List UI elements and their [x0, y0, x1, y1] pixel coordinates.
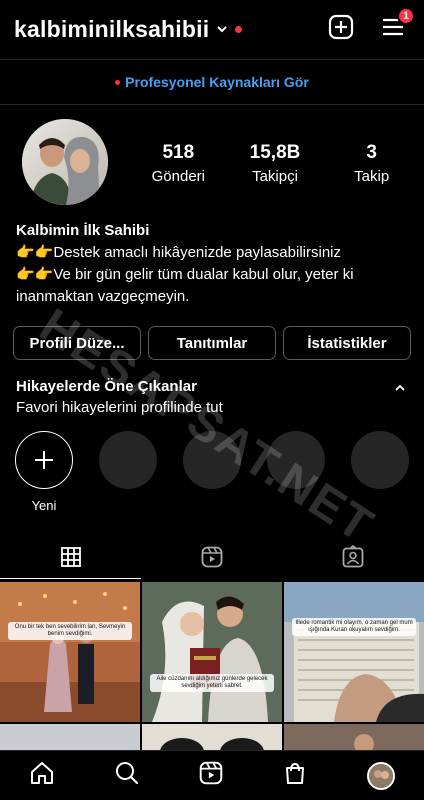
unread-dot	[235, 25, 243, 33]
red-dot-icon	[115, 79, 121, 85]
nav-reels[interactable]	[198, 760, 224, 791]
following-count-value: 3	[366, 142, 377, 163]
profile-display-name: Kalbimin İlk Sahibi	[16, 222, 150, 239]
post-thumbnail[interactable]: Onu bir tek ben sevebilirim lan, Sevmeyi…	[0, 582, 140, 722]
highlight-placeholder-circle	[183, 431, 241, 489]
bio-line: 👉👉Destek amaclı hikâyenizde paylasabilir…	[16, 242, 408, 264]
pointing-hands-icon: 👉👉	[16, 266, 54, 283]
highlight-placeholder	[267, 431, 325, 513]
couple-with-document-photo-icon	[142, 582, 282, 722]
insights-button[interactable]: İstatistikler	[283, 326, 411, 360]
notification-badge: 1	[397, 7, 415, 25]
highlight-placeholder-circle	[267, 431, 325, 489]
highlights-subtitle: Favori hikayelerini profilinde tut	[16, 399, 223, 416]
photo-icon	[284, 724, 424, 752]
create-post-button[interactable]	[328, 14, 354, 40]
top-bar: kalbiminilksahibii 1	[0, 0, 424, 58]
professional-link-label: Profesyonel Kaynakları Gör	[125, 74, 309, 90]
bio-line-text: Ve bir gün gelir tüm dualar kabul olur, …	[16, 266, 354, 305]
pointing-hands-icon: 👉👉	[16, 244, 54, 261]
home-icon	[31, 762, 54, 784]
profile-action-buttons: Profili Düze... Tanıtımlar İstatistikler	[13, 326, 411, 360]
bio-line: 👉👉Ve bir gün gelir tüm dualar kabul olur…	[16, 264, 408, 308]
nav-home[interactable]	[29, 760, 55, 791]
profile-avatar[interactable]	[20, 117, 110, 207]
highlights-row: Yeni	[15, 431, 409, 513]
new-highlight-circle[interactable]	[15, 431, 73, 489]
post-caption: Illede romantik mi olayım, o zaman gel m…	[292, 618, 416, 636]
profile-username[interactable]: kalbiminilksahibii	[14, 16, 209, 43]
post-thumbnail[interactable]	[0, 724, 140, 752]
profile-avatar-icon	[368, 763, 393, 788]
new-highlight[interactable]: Yeni	[15, 431, 73, 513]
tab-tagged[interactable]	[283, 535, 424, 579]
nav-shop[interactable]	[282, 760, 308, 791]
tab-reels[interactable]	[141, 535, 282, 579]
menu-button[interactable]: 1	[380, 7, 415, 40]
posts-grid: Onu bir tek ben sevebilirim lan, Sevmeyi…	[0, 582, 424, 752]
post-thumbnail[interactable]: Aile cüzdanını aldığımız günlerde gelece…	[142, 582, 282, 722]
top-actions: 1	[328, 7, 415, 40]
professional-dashboard-link[interactable]: Profesyonel Kaynakları Gör	[0, 60, 424, 104]
divider	[0, 104, 424, 105]
highlights-title: Hikayelerde Öne Çıkanlar	[16, 378, 197, 395]
chevron-down-icon[interactable]	[215, 22, 229, 36]
shopping-bag-icon	[286, 762, 305, 784]
tagged-person-icon	[342, 545, 364, 568]
chevron-up-icon[interactable]	[394, 382, 406, 394]
highlight-placeholder	[351, 431, 409, 513]
post-thumbnail[interactable]: Illede romantik mi olayım, o zaman gel m…	[284, 582, 424, 722]
quran-reading-photo-icon	[284, 582, 424, 722]
post-caption: Onu bir tek ben sevebilirim lan, Sevmeyi…	[8, 622, 132, 640]
followers-count-label: Takipçi	[252, 168, 298, 185]
wedding-couple-photo-icon	[0, 582, 140, 722]
post-thumbnail[interactable]	[142, 724, 282, 752]
highlight-placeholder-circle	[99, 431, 157, 489]
followers-count-value: 15,8B	[249, 142, 301, 163]
highlight-placeholder	[99, 431, 157, 513]
profile-content-tabs	[0, 535, 424, 579]
nav-search[interactable]	[114, 760, 140, 791]
edit-profile-button[interactable]: Profili Düze...	[13, 326, 141, 360]
highlight-placeholder-circle	[351, 431, 409, 489]
photo-icon	[142, 724, 282, 752]
highlight-placeholder	[183, 431, 241, 513]
nav-profile-avatar[interactable]	[366, 761, 395, 790]
couple-photo-icon	[22, 119, 108, 205]
plus-square-icon	[328, 14, 354, 40]
promotions-button[interactable]: Tanıtımlar	[148, 326, 276, 360]
search-icon	[115, 762, 138, 785]
following-count[interactable]: 3 Takip	[323, 142, 420, 185]
profile-bio: Kalbimin İlk Sahibi 👉👉Destek amaclı hikâ…	[16, 220, 408, 308]
plus-icon	[35, 451, 53, 469]
new-highlight-label: Yeni	[31, 498, 57, 513]
following-count-label: Takip	[354, 168, 390, 185]
posts-count[interactable]: 518 Gönderi	[130, 142, 227, 185]
bottom-navigation	[0, 750, 424, 800]
posts-count-label: Gönderi	[151, 168, 206, 185]
photo-icon	[0, 724, 140, 752]
profile-stats: 518 Gönderi 15,8B Takipçi 3 Takip	[130, 142, 420, 185]
reels-icon	[199, 761, 223, 785]
post-thumbnail[interactable]	[284, 724, 424, 752]
grid-icon	[60, 547, 81, 567]
tab-posts-grid[interactable]	[0, 535, 142, 579]
reels-icon	[201, 546, 223, 568]
posts-count-value: 518	[162, 142, 195, 163]
post-caption: Aile cüzdanını aldığımız günlerde gelece…	[150, 674, 274, 692]
bio-line-text: Destek amaclı hikâyenizde paylasabilirsi…	[53, 244, 341, 261]
followers-count[interactable]: 15,8B Takipçi	[227, 142, 324, 185]
highlights-header[interactable]: Hikayelerde Öne Çıkanlar Favori hikayele…	[16, 378, 408, 416]
